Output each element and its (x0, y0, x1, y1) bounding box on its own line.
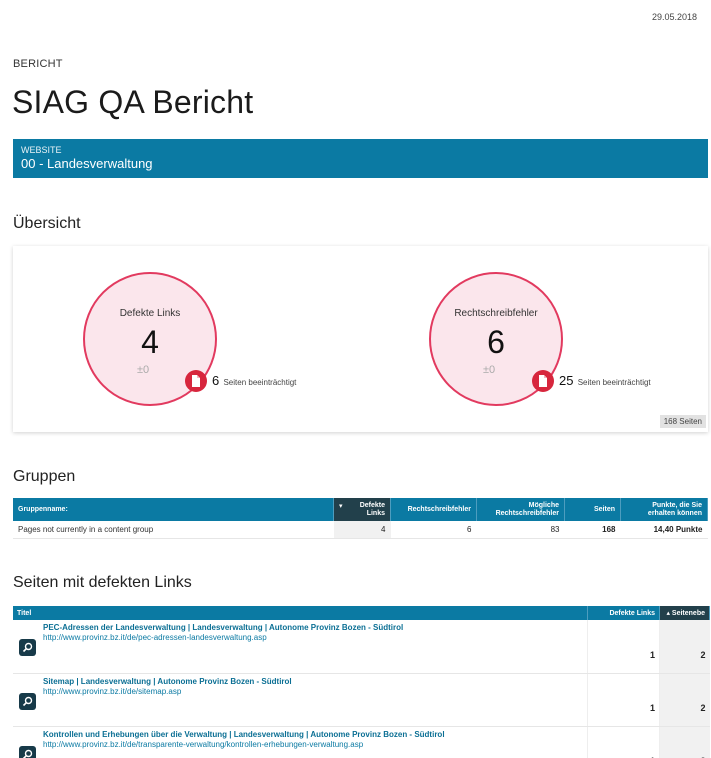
table-row[interactable]: Sitemap | Landesverwaltung | Autonome Pr… (13, 673, 710, 727)
page-url-link[interactable]: http://www.provinz.bz.it/de/transparente… (43, 740, 583, 750)
col-group-name[interactable]: Gruppenname: (13, 498, 334, 521)
magnifier-icon[interactable] (19, 639, 36, 656)
group-pages-cell: 168 (564, 521, 621, 539)
col-page-level-label: Seitenebe (671, 610, 705, 617)
spelling-errors-count: 6 (487, 324, 505, 360)
broken-links-label: Defekte Links (119, 308, 181, 319)
overview-heading: Übersicht (13, 215, 81, 232)
col-defekte-links[interactable]: Defekte Links (587, 606, 660, 620)
spelling-errors-label: Rechtschreibfehler (454, 308, 538, 319)
title-cell: PEC-Adressen der Landesverwaltung | Land… (13, 620, 588, 674)
broken-links-pages[interactable]: 6 Seiten beeinträchtigt (212, 373, 296, 388)
table-row[interactable]: Kontrollen und Erhebungen über die Verwa… (13, 726, 710, 758)
magnifier-icon[interactable] (19, 745, 36, 758)
col-broken-links-label: Defekte Links (359, 501, 385, 517)
table-row[interactable]: PEC-Adressen der Landesverwaltung | Land… (13, 620, 710, 674)
broken-links-count: 4 (141, 324, 159, 360)
group-links-cell: 4 (333, 521, 391, 539)
document-icon[interactable] (185, 370, 207, 392)
col-points[interactable]: Punkte, die Sie erhalten können (620, 498, 708, 521)
row-broken-links: 1 (587, 620, 660, 674)
page-url-link[interactable]: http://www.provinz.bz.it/de/pec-adressen… (43, 633, 583, 643)
title-cell: Sitemap | Landesverwaltung | Autonome Pr… (13, 673, 588, 727)
page-title-link[interactable]: Sitemap | Landesverwaltung | Autonome Pr… (43, 677, 583, 687)
report-date: 29.05.2018 (651, 12, 697, 22)
groups-heading: Gruppen (13, 468, 76, 485)
magnifier-icon[interactable] (19, 692, 36, 710)
caret-down-icon: ▾ (339, 502, 343, 510)
broken-links-heading: Seiten mit defekten Links (13, 574, 192, 591)
group-name-cell: Pages not currently in a content group (13, 521, 334, 539)
spelling-errors-pages[interactable]: 25 Seiten beeinträchtigt (559, 373, 651, 388)
website-banner: WEBSITE 00 - Landesverwaltung (13, 139, 708, 178)
col-spelling[interactable]: Rechtschreibfehler (390, 498, 477, 521)
group-points-cell: 14,40 Punkte (620, 521, 708, 539)
row-page-level: 2 (659, 673, 710, 727)
col-pages[interactable]: Seiten (564, 498, 621, 521)
col-page-level[interactable]: ▴ Seitenebe (659, 606, 710, 620)
col-broken-links[interactable]: ▾ Defekte Links (333, 498, 391, 521)
spelling-errors-delta: ±0 (483, 364, 496, 376)
group-possible-cell: 83 (476, 521, 565, 539)
total-pages-badge: 168 Seiten (659, 415, 706, 428)
report-kicker: BERICHT (13, 58, 63, 70)
spelling-errors-pages-count: 25 (559, 373, 574, 388)
page-title-link[interactable]: PEC-Adressen der Landesverwaltung | Land… (43, 623, 583, 633)
row-broken-links: 1 (587, 726, 660, 758)
website-name: 00 - Landesverwaltung (21, 156, 153, 171)
col-possible-spelling[interactable]: Mögliche Rechtschreibfehler (476, 498, 565, 521)
spelling-errors-pages-text: Seiten beeinträchtigt (577, 378, 651, 387)
broken-links-pages-count: 6 (212, 373, 220, 388)
page-title: SIAG QA Bericht (12, 84, 254, 120)
overview-panel: Defekte Links 4 ±0 6 Seiten beeinträchti… (13, 246, 708, 432)
row-broken-links: 1 (587, 673, 660, 727)
row-page-level: 3 (659, 726, 710, 758)
caret-up-icon: ▴ (666, 610, 670, 617)
group-spelling-cell: 6 (390, 521, 477, 539)
page-url-link[interactable]: http://www.provinz.bz.it/de/sitemap.asp (43, 687, 583, 697)
page-title-link[interactable]: Kontrollen und Erhebungen über die Verwa… (43, 730, 583, 740)
document-icon[interactable] (532, 370, 554, 392)
broken-links-table: Titel Defekte Links ▴ Seitenebe PEC-Adre… (13, 606, 710, 758)
broken-links-delta: ±0 (137, 364, 150, 376)
broken-links-pages-text: Seiten beeinträchtigt (223, 378, 297, 387)
title-cell: Kontrollen und Erhebungen über die Verwa… (13, 726, 588, 758)
table-row[interactable]: Pages not currently in a content group 4… (13, 521, 708, 539)
website-label: WEBSITE (21, 145, 62, 155)
col-title[interactable]: Titel (13, 606, 588, 620)
row-page-level: 2 (659, 620, 710, 674)
groups-table: Gruppenname: ▾ Defekte Links Rechtschrei… (13, 498, 708, 539)
